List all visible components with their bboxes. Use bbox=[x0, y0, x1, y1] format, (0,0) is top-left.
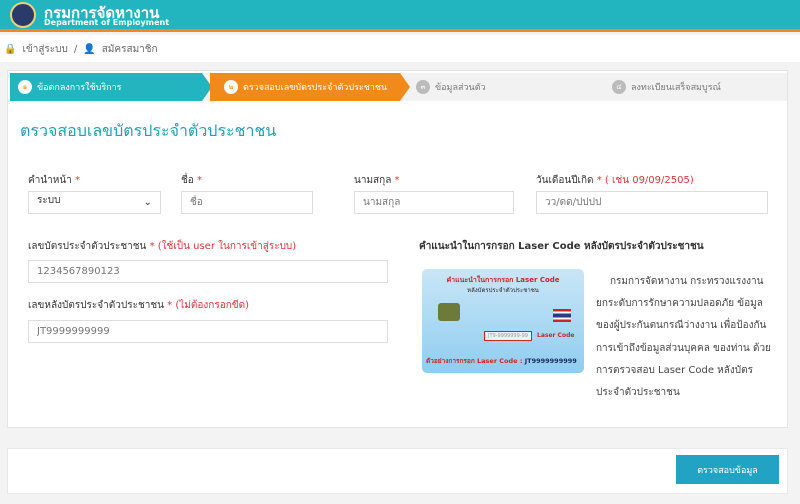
step-2: ๒ ตรวจสอบเลขบัตรประจำตัวประชาชน bbox=[210, 73, 410, 101]
id-card-label: เลขบัตรประจำตัวประชาชน * (ใช้เป็น user ใ… bbox=[28, 241, 297, 252]
step-number: ๒ bbox=[224, 80, 238, 94]
dob-label: วันเดือนปีเกิด * ( เช่น 09/09/2505) bbox=[536, 175, 694, 186]
prefix-select[interactable]: ระบบ ⌄ bbox=[28, 191, 161, 214]
step-label: ข้อมูลส่วนตัว bbox=[435, 83, 486, 93]
chevron-down-icon: ⌄ bbox=[143, 197, 152, 208]
lock-icon: 🔒 bbox=[4, 44, 17, 55]
step-3: ๓ ข้อมูลส่วนตัว bbox=[416, 73, 486, 101]
thai-flag-icon bbox=[553, 309, 571, 322]
page-title: ตรวจสอบเลขบัตรประจำตัวประชาชน bbox=[20, 121, 277, 140]
user-icon: 👤 bbox=[83, 44, 96, 55]
first-name-input[interactable] bbox=[181, 191, 313, 214]
form-panel: ๑ข้อตกลงการใช้บริการ ๒ตรวจสอบเลขบัตรประจ… bbox=[7, 70, 788, 428]
laser-code-label: เลขหลังบัตรประจำตัวประชาชน * (ไม่ต้องกรอ… bbox=[28, 300, 249, 311]
card-laser-label: Laser Code bbox=[537, 332, 575, 339]
step-label: ข้อตกลงการใช้บริการ bbox=[37, 83, 122, 93]
step-label: ลงทะเบียนเสร็จสมบูรณ์ bbox=[631, 83, 721, 93]
breadcrumb: 🔒 เข้าสู่ระบบ / 👤 สมัครสมาชิก bbox=[0, 35, 800, 62]
prefix-value: ระบบ bbox=[37, 195, 61, 206]
help-title: คำแนะนำในการกรอก Laser Code หลังบัตรประจ… bbox=[419, 241, 704, 252]
step-4: ๔ ลงทะเบียนเสร็จสมบูรณ์ bbox=[612, 73, 721, 101]
prefix-label: คำนำหน้า * bbox=[28, 175, 80, 186]
breadcrumb-login[interactable]: เข้าสู่ระบบ bbox=[22, 44, 67, 55]
footer-bar: ตรวจสอบข้อมูล bbox=[7, 448, 788, 494]
separator: / bbox=[73, 44, 78, 55]
laser-code-input[interactable] bbox=[28, 320, 388, 343]
last-name-input[interactable] bbox=[354, 191, 514, 214]
last-name-label: นามสกุล * bbox=[354, 175, 400, 186]
help-description: กรมการจัดหางาน กระทรวงแรงงาน ยกระดับการร… bbox=[596, 276, 771, 399]
step-number: ๑ bbox=[18, 80, 32, 94]
site-subtitle: Department of Employment bbox=[44, 18, 170, 27]
verify-button[interactable]: ตรวจสอบข้อมูล bbox=[676, 455, 779, 484]
step-number: ๓ bbox=[416, 80, 430, 94]
header: กรมการจัดหางาน Department of Employment bbox=[0, 0, 800, 32]
step-1: ๑ ข้อตกลงการใช้บริการ bbox=[10, 73, 212, 101]
breadcrumb-register: สมัครสมาชิก bbox=[101, 44, 158, 55]
step-number: ๔ bbox=[612, 80, 626, 94]
card-example: ตัวอย่างการกรอก Laser Code : JT999999999… bbox=[426, 357, 577, 365]
card-laser-code: JT9-9999999-99 bbox=[484, 331, 532, 341]
card-line2: หลังบัตรประจำตัวประชาชน bbox=[467, 287, 539, 294]
chip-icon bbox=[438, 303, 460, 321]
dob-input[interactable] bbox=[536, 191, 768, 214]
id-card-back-image: คำแนะนำในการกรอก Laser Code หลังบัตรประจ… bbox=[422, 269, 584, 373]
step-label: ตรวจสอบเลขบัตรประจำตัวประชาชน bbox=[243, 83, 388, 93]
step-progress: ๑ ข้อตกลงการใช้บริการ ๒ ตรวจสอบเลขบัตรประจ… bbox=[10, 73, 787, 101]
logo bbox=[10, 2, 36, 28]
id-card-input[interactable] bbox=[28, 260, 388, 283]
first-name-label: ชื่อ * bbox=[181, 175, 202, 186]
